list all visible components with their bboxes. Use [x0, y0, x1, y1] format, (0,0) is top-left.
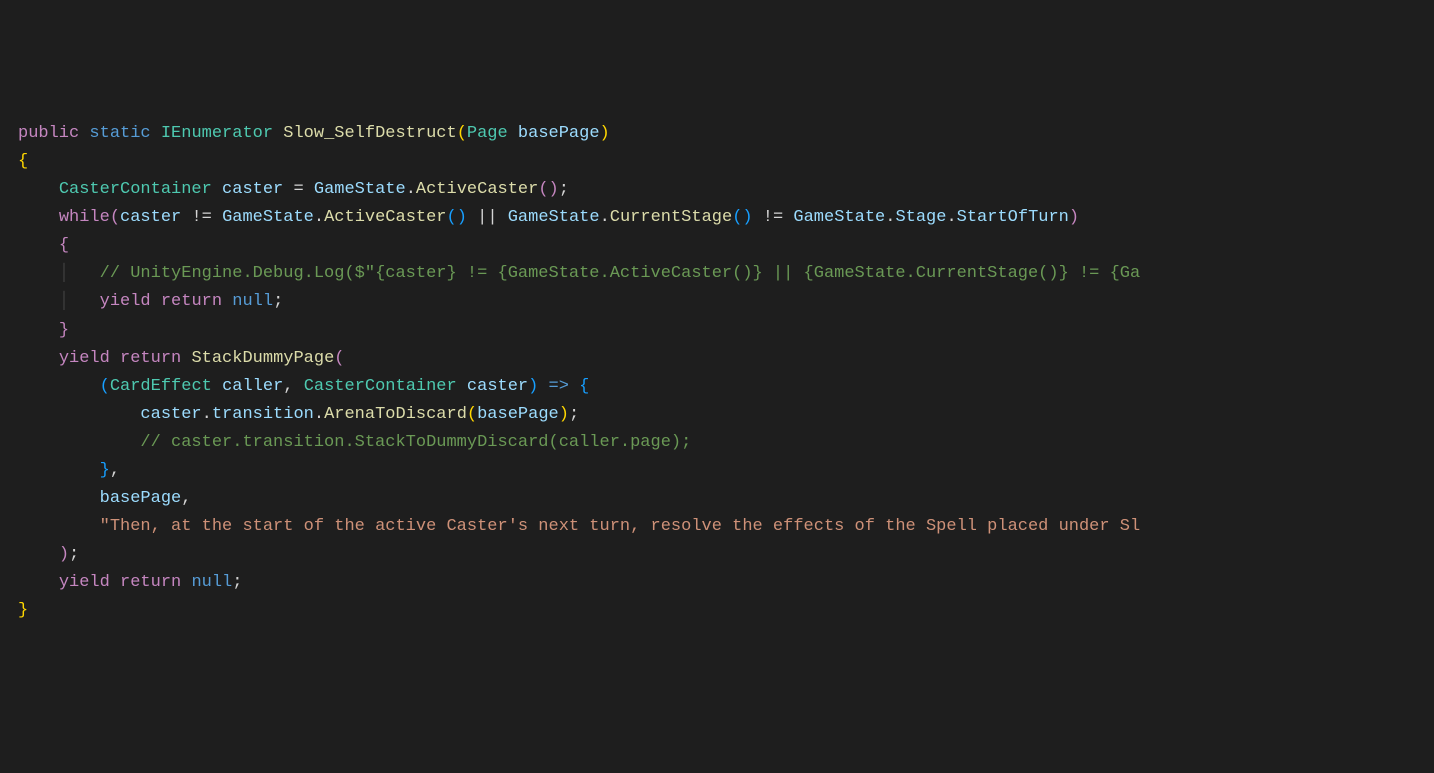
code-line: );: [18, 541, 1434, 569]
arrow: =>: [538, 377, 579, 396]
dot: .: [885, 208, 895, 227]
keyword-return: return: [161, 292, 222, 311]
comment: // UnityEngine.Debug.Log($"{caster} != {…: [100, 264, 1141, 283]
operator: =: [283, 180, 314, 199]
paren-pair: (): [447, 208, 467, 227]
property: StartOfTurn: [957, 208, 1069, 227]
method-call: ArenaToDiscard: [324, 405, 467, 424]
code-line: {: [18, 232, 1434, 260]
dot: .: [406, 180, 416, 199]
dot: .: [314, 405, 324, 424]
code-line: yield return StackDummyPage(: [18, 345, 1434, 373]
keyword-yield: yield: [59, 349, 110, 368]
code-line: },: [18, 457, 1434, 485]
semicolon: ;: [273, 292, 283, 311]
operator-neq: !=: [181, 208, 222, 227]
keyword-return: return: [120, 349, 181, 368]
paren-open: (: [334, 349, 344, 368]
property: transition: [212, 405, 314, 424]
paren-close: ): [559, 405, 569, 424]
brace-open: {: [18, 152, 28, 171]
comma: ,: [181, 489, 191, 508]
dot: .: [600, 208, 610, 227]
paren-close: ): [528, 377, 538, 396]
method-call: StackDummyPage: [191, 349, 334, 368]
code-line: basePage,: [18, 485, 1434, 513]
paren-pair: (): [732, 208, 752, 227]
indent-guide: │: [59, 292, 69, 311]
object: GameState: [793, 208, 885, 227]
dot: .: [314, 208, 324, 227]
code-line: │ // UnityEngine.Debug.Log($"{caster} !=…: [18, 260, 1434, 288]
property: Stage: [895, 208, 946, 227]
code-line: yield return null;: [18, 569, 1434, 597]
paren-open: (: [467, 405, 477, 424]
keyword-null: null: [191, 573, 232, 592]
object: GameState: [314, 180, 406, 199]
brace-open: {: [579, 377, 589, 396]
paren-open: (: [457, 124, 467, 143]
operator-neq: !=: [753, 208, 794, 227]
type-name: CardEffect: [110, 377, 212, 396]
type-name: CasterContainer: [304, 377, 457, 396]
method-call: ActiveCaster: [416, 180, 538, 199]
paren-open: (: [100, 377, 110, 396]
paren-close: ): [1069, 208, 1079, 227]
variable: caster: [120, 208, 181, 227]
code-line: while(caster != GameState.ActiveCaster()…: [18, 204, 1434, 232]
return-type: IEnumerator: [161, 124, 273, 143]
object: GameState: [222, 208, 314, 227]
semicolon: ;: [232, 573, 242, 592]
brace-open: {: [59, 236, 69, 255]
indent-guide: │: [59, 264, 69, 283]
variable: caster: [222, 180, 283, 199]
code-line: public static IEnumerator Slow_SelfDestr…: [18, 120, 1434, 148]
comment: // caster.transition.StackToDummyDiscard…: [140, 433, 691, 452]
brace-close: }: [18, 601, 28, 620]
param-type: Page: [467, 124, 508, 143]
semicolon: ;: [559, 180, 569, 199]
code-line: (CardEffect caller, CasterContainer cast…: [18, 373, 1434, 401]
code-line: }: [18, 317, 1434, 345]
keyword-yield: yield: [59, 573, 110, 592]
argument: basePage: [477, 405, 559, 424]
code-line: caster.transition.ArenaToDiscard(basePag…: [18, 401, 1434, 429]
code-line: }: [18, 597, 1434, 625]
dot: .: [202, 405, 212, 424]
object: caster: [140, 405, 201, 424]
operator-or: ||: [467, 208, 508, 227]
code-line: CasterContainer caster = GameState.Activ…: [18, 176, 1434, 204]
brace-close: }: [100, 461, 110, 480]
dot: .: [946, 208, 956, 227]
object: GameState: [508, 208, 600, 227]
code-line: {: [18, 148, 1434, 176]
keyword-null: null: [232, 292, 273, 311]
semicolon: ;: [69, 545, 79, 564]
method-call: CurrentStage: [610, 208, 732, 227]
code-line: // caster.transition.StackToDummyDiscard…: [18, 429, 1434, 457]
comma: ,: [110, 461, 120, 480]
comma: ,: [283, 377, 303, 396]
keyword-static: static: [89, 124, 150, 143]
param-name: basePage: [518, 124, 600, 143]
keyword-public: public: [18, 124, 79, 143]
brace-close: }: [59, 321, 69, 340]
type-name: CasterContainer: [59, 180, 212, 199]
paren-close: ): [59, 545, 69, 564]
param-name: caller: [222, 377, 283, 396]
semicolon: ;: [569, 405, 579, 424]
code-editor[interactable]: public static IEnumerator Slow_SelfDestr…: [18, 120, 1434, 625]
param-name: caster: [467, 377, 528, 396]
argument: basePage: [100, 489, 182, 508]
paren-open: (: [110, 208, 120, 227]
keyword-return: return: [120, 573, 181, 592]
string-literal: "Then, at the start of the active Caster…: [100, 517, 1141, 536]
keyword-yield: yield: [100, 292, 151, 311]
method-call: ActiveCaster: [324, 208, 446, 227]
code-line: │ yield return null;: [18, 288, 1434, 316]
paren-pair: (): [538, 180, 558, 199]
keyword-while: while: [59, 208, 110, 227]
method-name: Slow_SelfDestruct: [283, 124, 456, 143]
paren-close: ): [600, 124, 610, 143]
